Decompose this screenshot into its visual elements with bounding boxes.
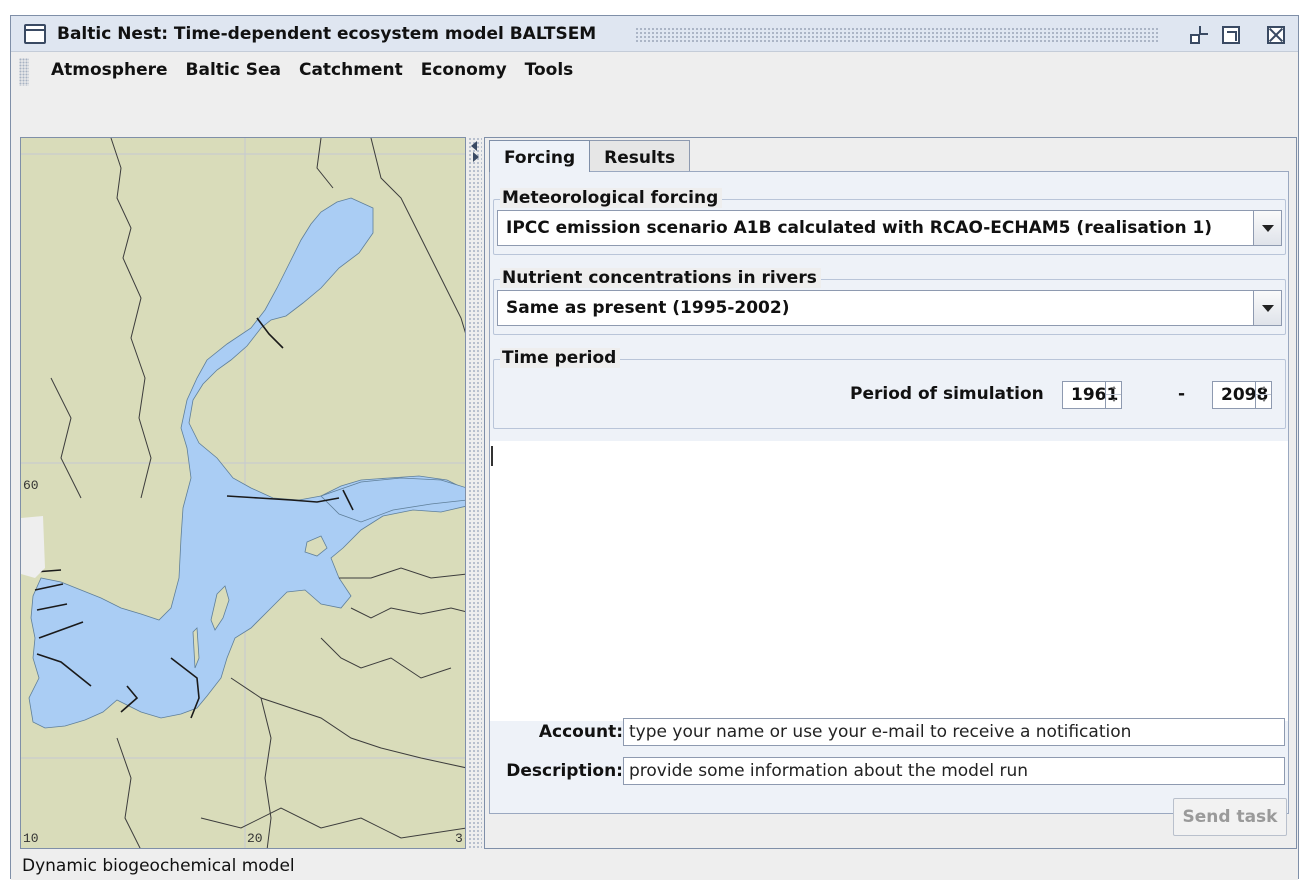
status-bar: Dynamic biogeochemical model <box>11 852 1298 880</box>
gulf-of-finland-water <box>320 477 465 523</box>
menu-atmosphere[interactable]: Atmosphere <box>43 60 177 80</box>
country-border <box>50 377 82 499</box>
text-output-area[interactable] <box>490 441 1288 721</box>
send-task-button[interactable]: Send task <box>1173 798 1287 836</box>
country-border <box>320 637 452 679</box>
country-border <box>316 138 334 189</box>
close-icon[interactable] <box>1267 26 1285 44</box>
baltic-map[interactable]: 60 10 20 3( <box>20 137 466 849</box>
spin-up-icon[interactable] <box>1256 382 1271 395</box>
title-grip <box>635 27 1158 43</box>
nutrient-concentrations-dropdown[interactable]: Same as present (1995-2002) <box>497 290 1282 326</box>
period-dash: - <box>1178 384 1186 404</box>
lat-label-60: 60 <box>23 478 39 493</box>
nutrient-concentrations-value: Same as present (1995-2002) <box>506 298 790 318</box>
meteorological-forcing-title: Meteorological forcing <box>500 188 723 208</box>
text-caret <box>491 446 493 466</box>
meteorological-forcing-group: Meteorological forcing IPCC emission sce… <box>493 188 1286 255</box>
lon-label-10: 10 <box>23 831 39 846</box>
country-border <box>230 677 465 769</box>
nutrient-concentrations-title: Nutrient concentrations in rivers <box>500 268 821 288</box>
forcing-tab-content: Meteorological forcing IPCC emission sce… <box>489 171 1289 836</box>
account-input[interactable]: type your name or use your e-mail to rec… <box>623 718 1285 746</box>
menu-tools[interactable]: Tools <box>516 60 583 80</box>
right-panel: Forcing Results Meteorological forcing I… <box>484 137 1297 849</box>
meteorological-forcing-value: IPCC emission scenario A1B calculated wi… <box>506 218 1213 238</box>
basin-boundary <box>256 317 284 349</box>
spin-up-icon[interactable] <box>1106 382 1121 395</box>
end-year-spinner[interactable]: 2098 <box>1212 381 1272 409</box>
country-border <box>350 607 465 619</box>
start-year-spin-buttons <box>1105 382 1121 408</box>
chevron-down-icon[interactable] <box>1253 291 1281 325</box>
tab-bar: Forcing Results <box>489 140 691 172</box>
country-border <box>260 697 272 848</box>
menu-bar: Atmosphere Baltic Sea Catchment Economy … <box>11 53 1298 91</box>
tab-forcing[interactable]: Forcing <box>489 140 591 172</box>
menu-grip-handle[interactable] <box>19 58 29 86</box>
account-label: Account: <box>538 722 623 742</box>
toolbar-area <box>11 92 1298 134</box>
maximize-icon[interactable] <box>1222 26 1240 44</box>
account-row: Account: type your name or use your e-ma… <box>490 718 1288 748</box>
spin-down-icon[interactable] <box>1256 395 1271 408</box>
lon-label-30: 3( <box>455 831 466 846</box>
window-title: Baltic Nest: Time-dependent ecosystem mo… <box>57 24 597 44</box>
country-border <box>110 138 152 499</box>
end-year-spin-buttons <box>1255 382 1271 408</box>
time-period-title: Time period <box>500 348 621 368</box>
status-text: Dynamic biogeochemical model <box>22 856 295 876</box>
description-row: Description: provide some information ab… <box>490 757 1288 787</box>
collapse-right-icon[interactable] <box>473 152 479 162</box>
time-period-group: Time period Period of simulation 1961 - … <box>493 348 1286 429</box>
menu-economy[interactable]: Economy <box>412 60 516 80</box>
app-window: Baltic Nest: Time-dependent ecosystem mo… <box>10 15 1299 880</box>
app-window-icon[interactable] <box>24 24 46 44</box>
tab-results[interactable]: Results <box>589 140 691 172</box>
title-bar[interactable]: Baltic Nest: Time-dependent ecosystem mo… <box>11 16 1298 52</box>
start-year-spinner[interactable]: 1961 <box>1062 381 1122 409</box>
country-border <box>370 138 465 334</box>
denmark-land <box>21 516 45 578</box>
country-border <box>339 567 465 579</box>
spin-down-icon[interactable] <box>1106 395 1121 408</box>
map-canvas: 60 10 20 3( <box>21 138 466 848</box>
country-border <box>116 737 141 848</box>
description-label: Description: <box>506 761 623 781</box>
split-pane-divider[interactable] <box>468 137 482 849</box>
minimize-icon[interactable] <box>1190 26 1208 44</box>
period-of-simulation-label: Period of simulation <box>850 384 1044 404</box>
menu-baltic-sea[interactable]: Baltic Sea <box>177 60 290 80</box>
country-border <box>200 807 465 839</box>
nutrient-concentrations-group: Nutrient concentrations in rivers Same a… <box>493 268 1286 335</box>
lon-label-20: 20 <box>247 831 263 846</box>
description-input[interactable]: provide some information about the model… <box>623 757 1285 785</box>
menu-catchment[interactable]: Catchment <box>290 60 412 80</box>
collapse-left-icon[interactable] <box>471 141 477 151</box>
chevron-down-icon[interactable] <box>1253 211 1281 245</box>
menu-items: Atmosphere Baltic Sea Catchment Economy … <box>43 60 582 80</box>
meteorological-forcing-dropdown[interactable]: IPCC emission scenario A1B calculated wi… <box>497 210 1282 246</box>
